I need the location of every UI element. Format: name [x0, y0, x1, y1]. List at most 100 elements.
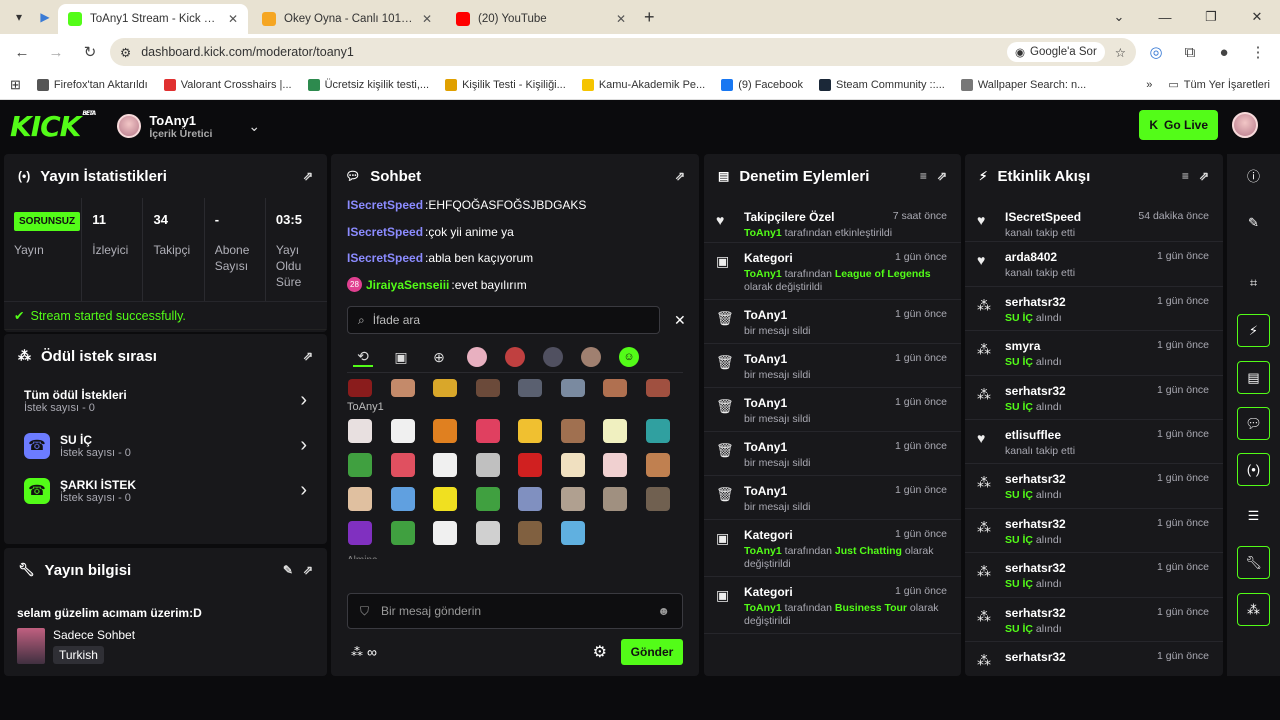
emote[interactable] [518, 521, 542, 545]
browser-tab[interactable]: (20) YouTube ✕ [446, 4, 636, 34]
filter-icon[interactable]: ≡ [1182, 169, 1189, 183]
layout-icon[interactable]: ☰ [1237, 499, 1270, 532]
emote[interactable] [348, 379, 372, 397]
close-window-button[interactable]: ✕ [1234, 0, 1280, 34]
forward-button[interactable]: → [42, 38, 70, 66]
reward-request-item[interactable]: ☎ SU İÇ İstek sayısı - 0 › [4, 423, 327, 468]
browser-tab[interactable]: ToAny1 Stream - Kick Dashboard ✕ [58, 4, 248, 34]
document-icon[interactable]: ▤ [1237, 361, 1270, 394]
all-bookmarks-folder[interactable]: ▭ Tüm Yer İşaretleri [1168, 78, 1270, 92]
activity-user[interactable]: serhatsr32 [1005, 517, 1157, 531]
bookmark-item[interactable]: (9) Facebook [721, 78, 803, 91]
activity-user[interactable]: serhatsr32 [1005, 650, 1157, 664]
bookmark-item[interactable]: Wallpaper Search: n... [960, 78, 1086, 91]
category-link[interactable]: Business Tour [835, 602, 907, 614]
browser-tab[interactable]: Okey Oyna - Canlı 101 Okey ve ✕ [252, 4, 442, 34]
popout-icon[interactable]: ⇗ [675, 169, 685, 183]
emote[interactable] [390, 453, 415, 477]
emote[interactable] [390, 379, 415, 397]
bookmark-item[interactable]: Ücretsiz kişilik testi,... [307, 78, 429, 91]
bookmark-item[interactable]: Kamu-Akademik Pe... [581, 78, 705, 91]
extensions-puzzle-icon[interactable]: ⧉ [1176, 38, 1204, 66]
tab-search-icon[interactable]: ▾ [6, 4, 32, 30]
emote[interactable] [390, 419, 415, 443]
reward-icon[interactable]: ⁂ [1237, 593, 1270, 626]
wrench-icon[interactable]: 🔧︎ [1237, 546, 1270, 579]
menu-icon[interactable]: ⋮ [1244, 38, 1272, 66]
emote[interactable] [433, 379, 457, 397]
settings-gear-icon[interactable]: ⚙ [593, 642, 607, 662]
activity-user[interactable]: smyra [1005, 339, 1157, 353]
activity-user[interactable]: serhatsr32 [1005, 384, 1157, 398]
emote[interactable] [390, 521, 415, 545]
popout-icon[interactable]: ⇗ [303, 169, 313, 183]
activity-user[interactable]: arda8402 [1005, 250, 1157, 264]
reward-request-item[interactable]: ☎ ŞARKI İSTEK İstek sayısı - 0 › [4, 468, 327, 513]
emote[interactable] [603, 419, 627, 443]
emote[interactable] [645, 379, 670, 397]
emote[interactable] [433, 453, 457, 477]
ask-google-button[interactable]: ◉ Google'a Sor [1006, 42, 1105, 62]
send-button[interactable]: Gönder [621, 639, 683, 665]
extension-icon[interactable]: ◎ [1142, 38, 1170, 66]
user-menu[interactable]: ToAny1 İçerik Üretici [117, 113, 212, 140]
activity-user[interactable]: serhatsr32 [1005, 606, 1157, 620]
screenshot-icon[interactable]: ⌗ [1237, 266, 1270, 299]
emote[interactable] [645, 419, 670, 443]
bookmark-item[interactable]: Valorant Crosshairs |... [163, 78, 292, 91]
emote[interactable] [560, 379, 585, 397]
channel-avatar-icon[interactable] [581, 347, 601, 367]
omnibox[interactable]: ⚙ dashboard.kick.com/moderator/toany1 ◉ G… [110, 38, 1136, 66]
bookmark-item[interactable]: Steam Community ::... [819, 78, 945, 91]
chevron-down-icon[interactable]: ⌄ [248, 118, 260, 135]
emote[interactable] [433, 487, 457, 511]
emote[interactable] [475, 487, 500, 511]
profile-icon[interactable]: ● [1210, 38, 1238, 66]
popout-icon[interactable]: ⇗ [303, 349, 313, 363]
emote[interactable] [348, 521, 372, 545]
go-live-button[interactable]: K Go Live [1139, 110, 1218, 140]
emote[interactable] [475, 453, 500, 477]
emote[interactable] [603, 379, 627, 397]
lightning-icon[interactable]: ⚡︎ [1237, 314, 1270, 347]
url-text[interactable]: dashboard.kick.com/moderator/toany1 [141, 45, 997, 59]
emote[interactable] [560, 487, 585, 511]
emote[interactable] [348, 453, 372, 477]
close-tab-icon[interactable]: ✕ [422, 12, 432, 26]
popout-icon[interactable]: ⇗ [303, 563, 313, 577]
maximize-button[interactable]: ❐ [1188, 0, 1234, 34]
close-icon[interactable]: ✕ [674, 312, 686, 329]
emoji-icon[interactable]: ☺ [619, 347, 639, 367]
emote-search-input[interactable]: ⌕ İfade ara [347, 306, 660, 334]
popout-icon[interactable]: ⇗ [937, 169, 947, 183]
emote[interactable] [475, 379, 500, 397]
emoji-icon[interactable]: ☻ [657, 604, 670, 618]
activity-user[interactable]: serhatsr32 [1005, 472, 1157, 486]
channel-emotes-icon[interactable]: ▣ [391, 347, 411, 367]
header-avatar[interactable] [1232, 112, 1258, 138]
emote[interactable] [603, 487, 627, 511]
popout-icon[interactable]: ⇗ [1199, 169, 1209, 183]
chat-username[interactable]: JiraiyaSenseiii [366, 278, 449, 292]
emote[interactable] [560, 419, 585, 443]
activity-user[interactable]: serhatsr32 [1005, 295, 1157, 309]
chat-username[interactable]: ISecretSpeed [347, 198, 423, 212]
recent-emotes-icon[interactable]: ⟲ [353, 347, 373, 367]
emote[interactable] [348, 487, 372, 511]
reward-request-item[interactable]: Tüm ödül İstekleri İstek sayısı - 0 › [4, 378, 327, 423]
emote[interactable] [603, 453, 627, 477]
emote[interactable] [348, 419, 372, 443]
category-link[interactable]: League of Legends [835, 268, 931, 280]
activity-user[interactable]: ISecretSpeed [1005, 210, 1138, 224]
emote[interactable] [475, 521, 500, 545]
minimize-button[interactable]: — [1142, 0, 1188, 34]
back-button[interactable]: ← [8, 38, 36, 66]
emote[interactable] [518, 487, 542, 511]
stream-icon[interactable]: (•) [1237, 453, 1270, 486]
emote[interactable] [518, 453, 542, 477]
close-tab-icon[interactable]: ✕ [228, 12, 238, 26]
media-play-icon[interactable]: ▶ [32, 4, 58, 30]
activity-user[interactable]: serhatsr32 [1005, 561, 1157, 575]
category-link[interactable]: Just Chatting [835, 545, 902, 557]
channel-avatar-icon[interactable] [505, 347, 525, 367]
